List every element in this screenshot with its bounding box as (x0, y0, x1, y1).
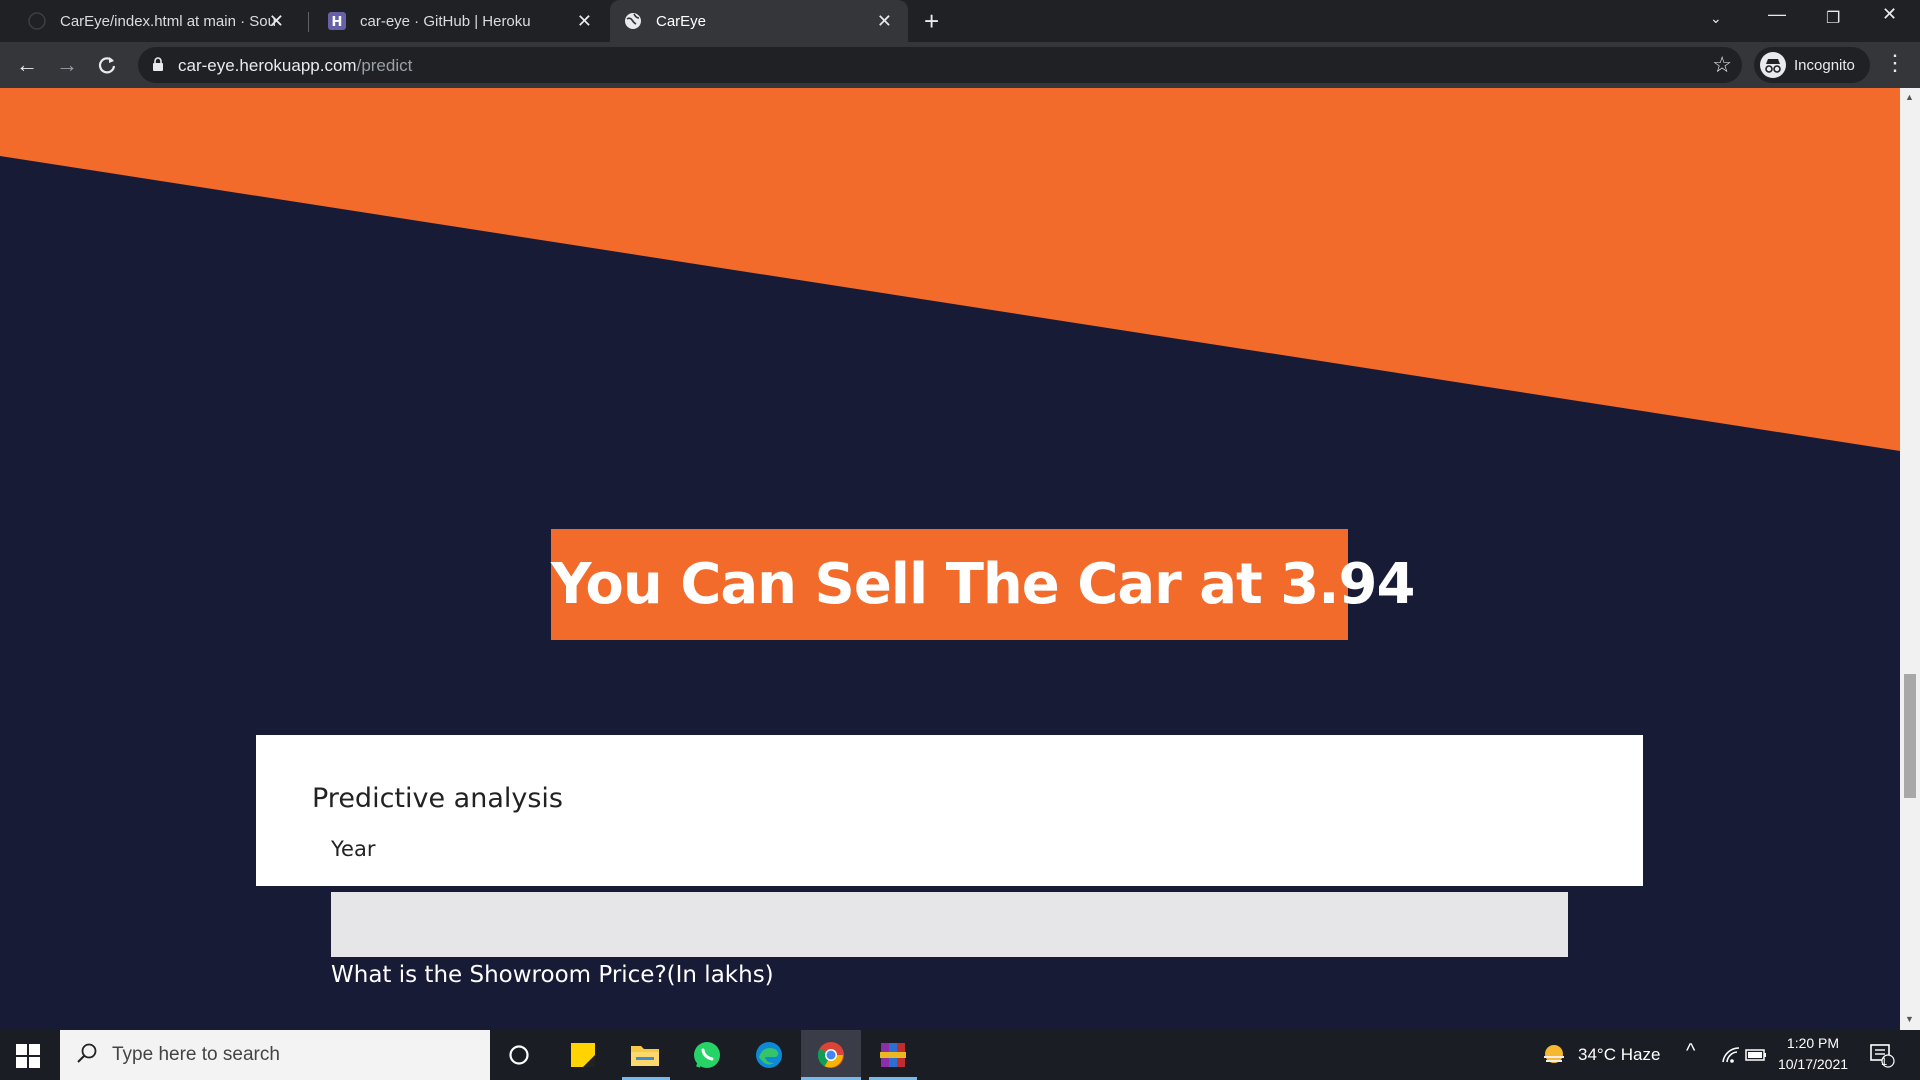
close-icon[interactable]: ✕ (269, 11, 284, 31)
winrar-icon[interactable] (877, 1039, 909, 1071)
tab-github[interactable]: CarEye/index.html at main · Sour ✕ (0, 0, 300, 42)
card-title: Predictive analysis (312, 783, 563, 814)
minimize-icon[interactable]: — (1768, 4, 1786, 25)
close-icon[interactable]: ✕ (577, 11, 592, 31)
forward-arrow-icon[interactable]: → (52, 50, 82, 80)
page-viewport: You Can Sell The Car at 3.94 Predictive … (0, 88, 1900, 1030)
weather-haze-icon[interactable] (1538, 1039, 1570, 1071)
whatsapp-icon[interactable] (691, 1039, 723, 1071)
edge-icon[interactable] (753, 1039, 785, 1071)
search-placeholder: Type here to search (112, 1044, 280, 1065)
cortana-icon[interactable] (503, 1039, 535, 1071)
windows-taskbar: Type here to search 34°C Haze ^ 1:20 PM … (0, 1030, 1920, 1080)
page-scrollbar[interactable]: ▲ ▼ (1900, 88, 1920, 1030)
year-input[interactable] (331, 892, 1568, 957)
tab-label: CarEye (656, 12, 707, 30)
browser-tab-strip: CarEye/index.html at main · Sour ✕ H car… (0, 0, 1920, 42)
window-close-icon[interactable]: ✕ (1882, 4, 1897, 25)
github-icon (28, 12, 46, 30)
scroll-down-arrow-icon[interactable]: ▼ (1905, 1014, 1914, 1024)
incognito-icon (1760, 52, 1786, 78)
tab-label: car-eye · GitHub | Heroku (360, 12, 531, 30)
url-text: car-eye.herokuapp.com/predict (178, 56, 412, 76)
tab-careye[interactable]: CarEye ✕ (610, 0, 908, 42)
lock-icon (152, 56, 164, 77)
close-icon[interactable]: ✕ (877, 11, 892, 31)
tab-label: CarEye/index.html at main · Sour (60, 12, 275, 30)
restore-icon[interactable]: ❐ (1826, 8, 1840, 28)
svg-text:H: H (332, 15, 343, 30)
file-explorer-icon[interactable] (629, 1039, 661, 1071)
notification-count: 1 (1881, 1056, 1888, 1068)
scroll-up-arrow-icon[interactable]: ▲ (1905, 92, 1914, 102)
showroom-price-label: What is the Showroom Price?(In lakhs) (331, 962, 774, 988)
scrollbar-thumb[interactable] (1904, 674, 1916, 798)
taskbar-search-box[interactable]: Type here to search (60, 1030, 490, 1080)
year-label: Year (331, 837, 376, 861)
url-host: car-eye.herokuapp.com (178, 56, 357, 75)
address-bar[interactable]: car-eye.herokuapp.com/predict ☆ (138, 47, 1742, 83)
url-path: /predict (356, 56, 413, 75)
incognito-badge[interactable]: Incognito (1754, 47, 1870, 83)
chrome-icon[interactable] (815, 1039, 847, 1071)
show-hidden-icons-chevron-icon[interactable]: ^ (1686, 1040, 1695, 1063)
clock-date[interactable]: 10/17/2021 (1772, 1056, 1854, 1072)
search-icon (76, 1042, 98, 1069)
weather-text[interactable]: 34°C Haze (1578, 1045, 1660, 1065)
new-tab-button[interactable]: + (924, 6, 939, 37)
prediction-form-card: Predictive analysis Year (256, 735, 1643, 886)
battery-icon[interactable] (1740, 1039, 1772, 1071)
clock-time[interactable]: 1:20 PM (1782, 1035, 1844, 1051)
bookmark-star-icon[interactable]: ☆ (1712, 52, 1732, 78)
heroku-icon: H (328, 12, 346, 30)
reload-icon[interactable] (92, 50, 122, 80)
windows-start-icon[interactable] (16, 1044, 40, 1068)
tab-heroku[interactable]: H car-eye · GitHub | Heroku ✕ (300, 0, 608, 42)
incognito-label: Incognito (1794, 56, 1855, 74)
menu-kebab-icon[interactable]: ⋮ (1884, 52, 1906, 74)
sticky-notes-icon[interactable] (567, 1039, 599, 1071)
back-arrow-icon[interactable]: ← (12, 50, 42, 80)
tab-search-chevron-icon[interactable]: ⌄ (1710, 10, 1722, 27)
browser-toolbar: ← → car-eye.herokuapp.com/predict ☆ Inco… (0, 42, 1920, 88)
prediction-result-banner: You Can Sell The Car at 3.94 (551, 529, 1415, 640)
globe-icon (624, 12, 642, 30)
